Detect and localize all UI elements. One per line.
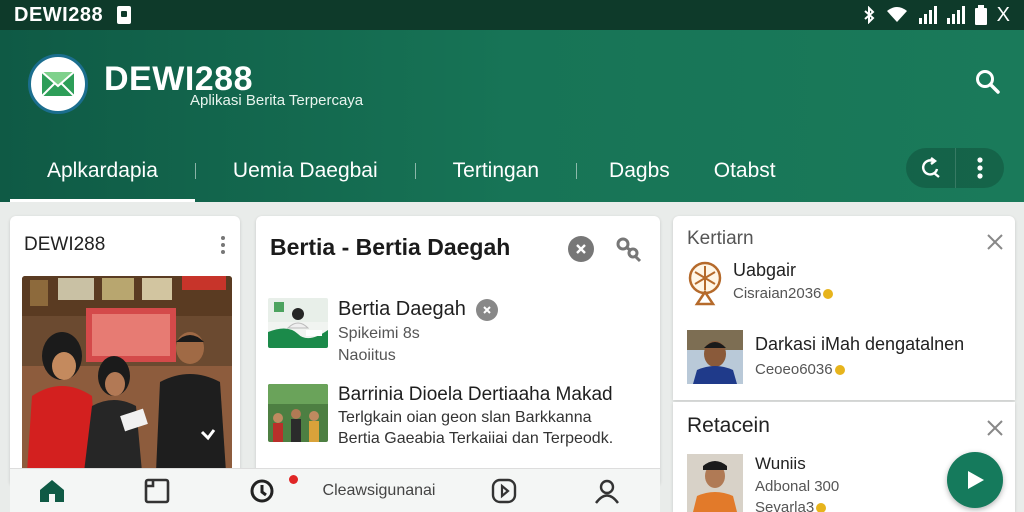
card-menu-icon[interactable] (220, 236, 226, 254)
share-icon[interactable] (614, 236, 642, 264)
coin-icon (816, 503, 827, 512)
nav-tablet[interactable] (94, 469, 220, 512)
card-title: DEWI288 (24, 234, 106, 255)
play-circle-icon (491, 478, 517, 503)
home-icon (40, 479, 64, 502)
close-button[interactable] (568, 236, 594, 262)
refresh-icon (921, 157, 940, 178)
list-item-subtitle: Ceoeo6036 (755, 361, 833, 378)
status-icons: X (863, 4, 1010, 27)
list-item-title: Darkasi iMah dengatalnen (755, 334, 965, 354)
tab-tertingan[interactable]: Tertingan (416, 140, 576, 202)
battery-icon (974, 5, 987, 25)
tablet-icon (144, 478, 170, 503)
close-icon[interactable] (985, 418, 1005, 438)
dismiss-button[interactable] (475, 298, 498, 321)
profile-icon (595, 479, 619, 504)
news-card: Bertia - Bertia Daegah Bertia Daegah Spi… (256, 216, 660, 486)
signal-icon (918, 6, 937, 24)
list-item-title: Uabgair (733, 260, 797, 280)
news-item-title: Barrinia Dioela Dertiaaha Makad (338, 384, 613, 405)
list-item-title: Wuniis (755, 454, 806, 473)
sidebar-card-kertiarn: Kertiarn Uabgair Cisraian2036 Darkasi iM… (673, 216, 1015, 400)
list-item[interactable]: Darkasi iMah dengatalnen Ceoeo6036 (687, 330, 964, 384)
app-header: DEWI288 Aplikasi Berita Terpercaya Aplka… (0, 30, 1024, 202)
signal-icon-2 (946, 6, 965, 24)
news-item[interactable]: Barrinia Dioela Dertiaaha Makad Terlgkai… (268, 384, 613, 448)
close-icon (576, 244, 586, 254)
wifi-icon (886, 7, 907, 22)
app-logo-icon (28, 54, 88, 114)
more-vertical-icon (977, 157, 983, 179)
news-item-meta: Spikeimi 8s (338, 325, 420, 342)
nav-label: Cleawsigunanai (322, 481, 436, 499)
news-thumbnail (268, 298, 328, 348)
app-tagline: Aplikasi Berita Terpercaya (190, 92, 364, 109)
news-thumbnail (268, 384, 328, 442)
sidebar-card-title: Kertiarn (687, 228, 754, 249)
news-item-title: Bertia Daegah (338, 298, 466, 320)
news-item[interactable]: Bertia Daegah Spikeimi 8s Naoiitus (268, 298, 498, 365)
list-item[interactable]: Wuniis Adbonal 300 Sevarla3 (687, 454, 839, 512)
nav-label-item[interactable]: Cleawsigunanai (304, 469, 454, 512)
tab-aplkardapia[interactable]: Aplkardapia (10, 140, 195, 202)
news-item-category: Naoiitus (338, 347, 396, 364)
coin-icon (823, 289, 834, 300)
nav-home[interactable] (10, 469, 94, 512)
news-card-title: Bertia - Bertia Daegah (270, 234, 511, 260)
document-icon (117, 6, 132, 24)
list-item-subtitle: Cisraian2036 (733, 285, 822, 302)
header-actions (906, 148, 1004, 188)
tab-dagbs[interactable]: Dagbs (577, 140, 692, 202)
notification-badge (289, 474, 298, 484)
close-icon[interactable] (985, 232, 1005, 252)
avatar (687, 454, 743, 512)
bluetooth-icon (863, 6, 875, 24)
featured-card[interactable]: DEWI288 (10, 216, 240, 486)
news-item-snippet-2: Bertia Gaeabia Terkaiiai dan Terpeodk. (338, 430, 614, 447)
bottom-navigation: Cleawsigunanai (10, 468, 660, 512)
news-item-snippet: Terlgkain oian geon slan Barkkanna (338, 409, 592, 426)
nav-play[interactable] (454, 469, 554, 512)
more-options-button[interactable] (955, 148, 1004, 188)
search-button[interactable] (972, 66, 1004, 98)
nav-profile[interactable] (554, 469, 660, 512)
status-bar-title: DEWI288 (14, 3, 104, 26)
fan-icon (688, 261, 722, 306)
play-icon (968, 471, 984, 489)
list-item-subtitle-2: Sevarla3 (755, 499, 815, 512)
sidebar-card-title: Retacein (687, 414, 770, 437)
close-icon (483, 305, 491, 314)
nav-notifications[interactable] (220, 469, 304, 512)
tab-otabst[interactable]: Otabst (692, 140, 796, 202)
list-item-subtitle: Adbonal 300 (755, 478, 840, 495)
close-icon[interactable]: X (997, 4, 1010, 27)
featured-photo[interactable] (22, 276, 232, 472)
tab-uemia-daegbai[interactable]: Uemia Daegbai (196, 140, 415, 202)
category-tabs: Aplkardapia Uemia Daegbai Tertingan Dagb… (10, 140, 796, 202)
notification-icon (250, 479, 274, 502)
avatar (687, 330, 743, 384)
status-bar: DEWI288 X (0, 0, 1024, 30)
refresh-button[interactable] (906, 148, 955, 188)
list-item[interactable]: Uabgair Cisraian2036 (687, 260, 834, 306)
coin-icon (834, 365, 845, 376)
search-icon (976, 70, 1000, 94)
play-fab-button[interactable] (947, 452, 1003, 508)
